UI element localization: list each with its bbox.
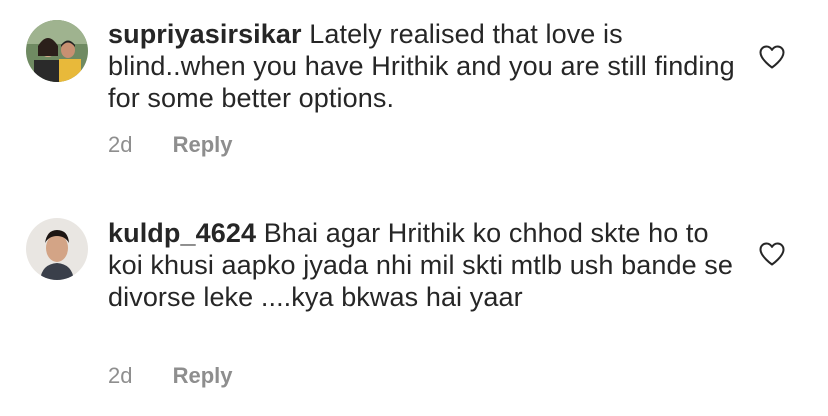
comment-text: supriyasirsikar Lately realised that lov… (108, 18, 748, 114)
avatar[interactable] (26, 20, 88, 82)
reply-button[interactable]: Reply (173, 132, 233, 157)
comment-item: kuldp_4624 Bhai agar Hrithik ko chhod sk… (0, 200, 828, 416)
heart-icon[interactable] (758, 241, 786, 267)
comment-meta: 2d Reply (108, 363, 233, 389)
reply-button[interactable]: Reply (173, 363, 233, 388)
comment-meta: 2d Reply (108, 132, 233, 158)
comment-username[interactable]: supriyasirsikar (108, 19, 302, 49)
comment-text: kuldp_4624 Bhai agar Hrithik ko chhod sk… (108, 217, 748, 313)
comment-item: supriyasirsikar Lately realised that lov… (0, 0, 828, 200)
avatar[interactable] (26, 218, 88, 280)
comment-username[interactable]: kuldp_4624 (108, 218, 256, 248)
heart-icon[interactable] (758, 44, 786, 70)
comment-timestamp: 2d (108, 363, 133, 388)
comment-timestamp: 2d (108, 132, 133, 157)
